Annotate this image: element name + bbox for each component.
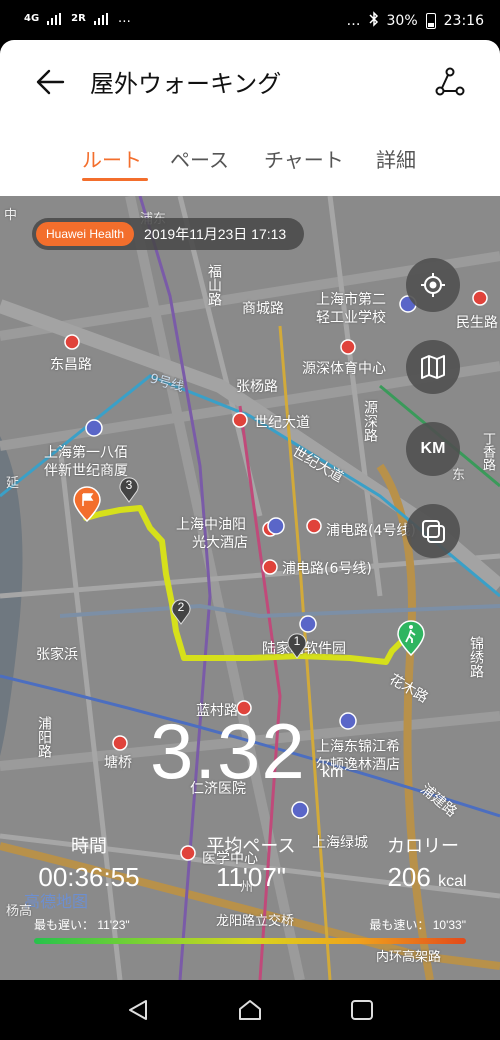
route-share-button[interactable] <box>430 62 470 102</box>
layers-toggle-icon <box>422 520 445 543</box>
stat-label-pace: 平均ペース <box>206 836 296 857</box>
nav-home-button[interactable] <box>230 994 270 1026</box>
map-label: 上海东锦江希 <box>316 739 400 755</box>
map-label: 浦电路(4号线) <box>326 523 416 539</box>
stat-label-time: 時間 <box>71 836 107 857</box>
map-label: 源深体育中心 <box>302 361 386 377</box>
map-label: 中 <box>4 208 18 223</box>
map-label: 轻工业学校 <box>316 310 386 326</box>
tab-pace[interactable]: ペース <box>170 144 229 173</box>
map-label: 锦绣路 <box>468 636 484 678</box>
nav-recents-button[interactable] <box>342 994 382 1026</box>
tab-bar: ルート ペース チャート 詳細 <box>0 140 500 186</box>
more-status: … <box>346 13 361 29</box>
map-label: 内环高架路 <box>376 950 442 965</box>
back-arrow-icon <box>36 69 65 95</box>
map-label: 东 <box>452 468 466 483</box>
stat-value-calories: 206 kcal <box>362 862 492 893</box>
tab-underline <box>82 178 148 181</box>
map-label: 龙阳路立交桥 <box>216 914 295 929</box>
signal-icon-2 <box>93 12 110 25</box>
calories-number: 206 <box>387 862 431 892</box>
page-title: 屋外ウォーキング <box>90 70 282 98</box>
map-type-button[interactable] <box>406 340 460 394</box>
km-marker-3: 3 <box>118 475 140 503</box>
distance-value: 3.32 <box>150 707 306 795</box>
nav-recents-icon <box>351 1000 373 1020</box>
workout-date-chip: Huawei Health 2019年11月23日 17:13 <box>32 218 305 250</box>
tab-route[interactable]: ルート <box>82 144 142 173</box>
app-header: 屋外ウォーキング ルート ペース チャート 詳細 <box>0 40 500 196</box>
end-flag-marker <box>73 486 101 522</box>
map-label: 浦阳路 <box>36 716 52 758</box>
stat-value-pace: 11'07" <box>215 862 287 892</box>
map-label: 延 <box>6 476 20 491</box>
tab-details[interactable]: 詳細 <box>376 144 416 173</box>
nav-back-icon <box>129 1000 147 1020</box>
km-marker-2: 2 <box>170 597 192 625</box>
pace-gradient-bar <box>34 938 466 944</box>
status-bar: 4G 2R … … 30% 23:16 <box>0 0 500 40</box>
map-label: 张杨路 <box>236 379 278 395</box>
map-label: 上海绿城 <box>312 835 368 851</box>
map-label: 上海中油阳 <box>176 517 246 533</box>
back-button[interactable] <box>30 62 70 102</box>
start-walk-marker <box>397 620 425 656</box>
map-label: 浦电路(6号线) <box>282 561 372 577</box>
map-label: 商城路 <box>242 301 284 317</box>
signal-icon <box>47 12 63 25</box>
map-label: 杨高 <box>6 904 33 919</box>
more-notifications: … <box>117 11 131 26</box>
map-label: 源深路 <box>362 400 378 442</box>
battery-percent: 30% <box>386 13 418 29</box>
map-label: 丁香路 <box>480 432 495 471</box>
map-label: 福山路 <box>206 264 222 306</box>
nav-back-button[interactable] <box>118 994 158 1026</box>
system-nav-bar <box>0 980 500 1040</box>
stat-label-calories: カロリー <box>387 836 459 857</box>
map-label: 东昌路 <box>50 357 92 373</box>
layers-toggle-button[interactable] <box>406 504 460 558</box>
locate-button[interactable] <box>406 258 460 312</box>
map-view[interactable]: 东昌路 上海第一八佰 伴新世纪商厦 张家浜 福山路 商城路 上海市第二 轻工业学… <box>0 196 500 980</box>
route-share-icon <box>435 67 465 96</box>
km-marker-1: 1 <box>286 631 308 659</box>
map-label: 张家浜 <box>36 647 78 663</box>
sim-tag: 2R <box>71 13 86 24</box>
clock: 23:16 <box>443 13 484 29</box>
map-label: 民生路 <box>456 315 498 331</box>
nav-home-icon <box>239 1000 261 1020</box>
stat-value-time: 00:36:55 <box>38 862 140 892</box>
map-label: 世纪大道 <box>254 415 310 431</box>
calories-unit: kcal <box>438 873 467 890</box>
tab-chart[interactable]: チャート <box>264 144 344 173</box>
map-layers-icon <box>421 355 445 379</box>
distance-unit: km <box>322 764 344 781</box>
map-label: 伴新世纪商厦 <box>44 463 128 479</box>
map-label: 上海市第二 <box>316 292 386 308</box>
locate-icon <box>421 273 445 297</box>
pace-slowest: 最も遅い： 11'23" <box>34 918 130 932</box>
map-label: 塘桥 <box>104 755 132 771</box>
map-label: 上海第一八佰 <box>44 445 128 461</box>
huawei-health-badge: Huawei Health <box>36 222 135 246</box>
map-label: 光大酒店 <box>192 535 248 551</box>
workout-date: 2019年11月23日 17:13 <box>144 226 287 242</box>
battery-icon <box>425 13 436 29</box>
pace-fastest: 最も速い： 10'33" <box>369 918 466 932</box>
unit-toggle-button[interactable]: KM <box>406 422 460 476</box>
network-type: 4G <box>24 13 40 24</box>
bluetooth-icon <box>368 11 379 31</box>
